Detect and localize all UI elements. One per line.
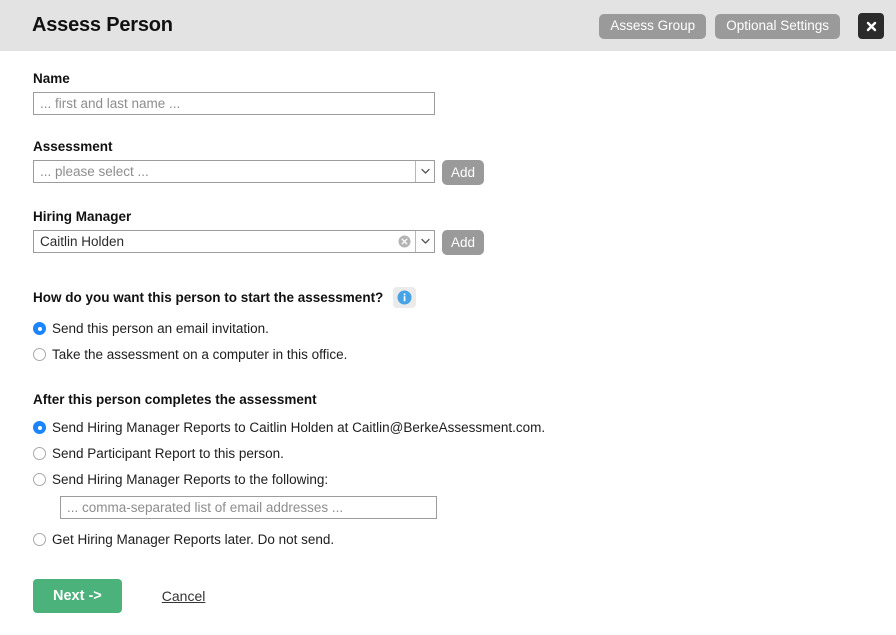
after-question-header: After this person completes the assessme… <box>33 392 896 407</box>
dialog-titlebar: Assess Person Assess Group Optional Sett… <box>0 0 896 51</box>
radio-after-later[interactable] <box>33 533 46 546</box>
dialog-footer: Next -> Cancel <box>33 579 896 613</box>
radio-start-office[interactable] <box>33 348 46 361</box>
start-option-office[interactable]: Take the assessment on a computer in thi… <box>33 347 896 362</box>
start-question-header: How do you want this person to start the… <box>33 287 896 308</box>
clear-icon[interactable] <box>398 235 411 248</box>
radio-start-office-label: Take the assessment on a computer in thi… <box>52 347 348 362</box>
titlebar-actions: Assess Group Optional Settings <box>599 13 884 39</box>
hiring-manager-row: Caitlin Holden Add <box>33 230 896 255</box>
radio-after-manager-reports[interactable] <box>33 421 46 434</box>
chevron-down-icon[interactable] <box>415 161 434 182</box>
hiring-manager-label: Hiring Manager <box>33 209 132 224</box>
assessment-row: ... please select ... Add <box>33 160 896 185</box>
chevron-down-icon[interactable] <box>415 231 434 252</box>
page-title: Assess Person <box>32 14 173 36</box>
dialog-body: Name Assessment ... please select ... Ad… <box>0 51 896 613</box>
assessment-label: Assessment <box>33 139 113 154</box>
radio-after-participant-report[interactable] <box>33 447 46 460</box>
radio-after-custom-emails-label: Send Hiring Manager Reports to the follo… <box>52 472 329 487</box>
radio-after-later-label: Get Hiring Manager Reports later. Do not… <box>52 532 335 547</box>
hiring-manager-select[interactable]: Caitlin Holden <box>33 230 435 253</box>
after-option-later[interactable]: Get Hiring Manager Reports later. Do not… <box>33 532 896 547</box>
start-option-email[interactable]: Send this person an email invitation. <box>33 321 896 336</box>
assessment-select-value: ... please select ... <box>40 164 149 179</box>
info-icon[interactable] <box>393 287 417 308</box>
radio-start-email-label: Send this person an email invitation. <box>52 321 269 336</box>
assess-group-button[interactable]: Assess Group <box>599 13 707 39</box>
name-label: Name <box>33 71 70 86</box>
field-group-name: Name <box>33 51 896 115</box>
radio-after-manager-reports-label: Send Hiring Manager Reports to Caitlin H… <box>52 420 546 435</box>
after-option-custom-emails[interactable]: Send Hiring Manager Reports to the follo… <box>33 472 896 487</box>
radio-start-email[interactable] <box>33 322 46 335</box>
cancel-link[interactable]: Cancel <box>162 588 206 604</box>
optional-settings-button[interactable]: Optional Settings <box>715 13 840 39</box>
close-icon <box>858 20 884 33</box>
hiring-manager-select-value: Caitlin Holden <box>40 234 125 249</box>
after-question-text: After this person completes the assessme… <box>33 392 317 407</box>
hiring-manager-add-button[interactable]: Add <box>442 230 485 255</box>
start-question-text: How do you want this person to start the… <box>33 290 384 305</box>
radio-after-participant-report-label: Send Participant Report to this person. <box>52 446 284 461</box>
field-group-hiring-manager: Hiring Manager Caitlin Holden Add <box>33 185 896 255</box>
field-group-assessment: Assessment ... please select ... Add <box>33 115 896 185</box>
name-input[interactable] <box>33 92 435 115</box>
email-list-input[interactable] <box>60 496 437 519</box>
after-option-manager-reports[interactable]: Send Hiring Manager Reports to Caitlin H… <box>33 420 896 435</box>
close-button[interactable] <box>858 13 884 39</box>
assessment-select[interactable]: ... please select ... <box>33 160 435 183</box>
assessment-add-button[interactable]: Add <box>442 160 485 185</box>
next-button[interactable]: Next -> <box>33 579 122 613</box>
after-option-participant-report[interactable]: Send Participant Report to this person. <box>33 446 896 461</box>
radio-after-custom-emails[interactable] <box>33 473 46 486</box>
